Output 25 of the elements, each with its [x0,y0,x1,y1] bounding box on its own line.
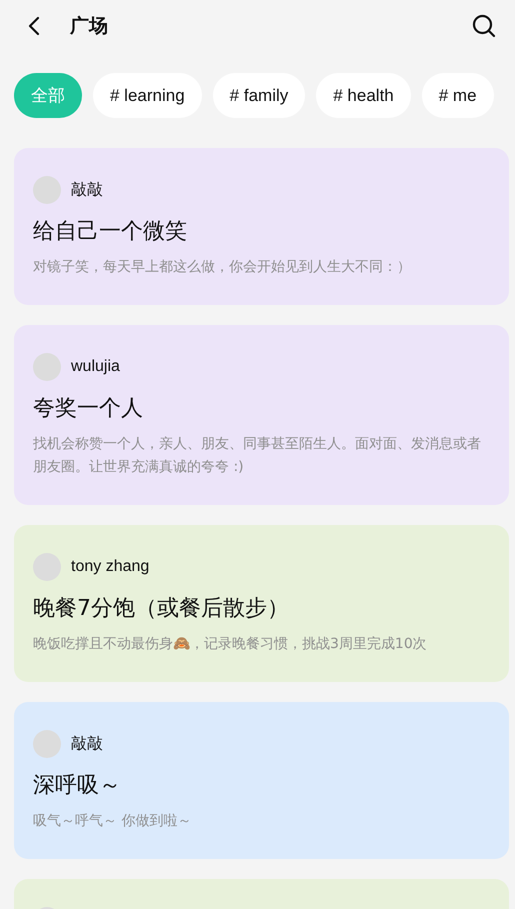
tag-chip[interactable]: # family [212,73,306,118]
post-title: 夸奖一个人 [33,395,144,423]
post-title: 给自己一个微笑 [33,218,188,246]
post-description: 对镜子笑，每天早上都这么做，你会开始见到人生大不同：） [33,258,412,277]
author-name: 敲敲 [71,180,103,200]
author-name: wulujia [71,358,120,376]
author-name: 敲敲 [71,734,103,754]
tag-chip[interactable]: # me [422,73,494,118]
tag-chip[interactable]: # learning [93,73,202,118]
post-title: 深呼吸～ [33,772,122,800]
post-description: 晚饭吃撑且不动最伤身🙈，记录晚餐习惯，挑战3周里完成10次 [33,635,428,654]
avatar [33,176,61,204]
search-icon[interactable] [471,13,497,39]
avatar [33,353,61,381]
tag-chip[interactable]: # health [316,73,411,118]
post-card[interactable]: 敲敲 深呼吸～ 吸气～呼气～ 你做到啦～ [14,702,509,859]
post-title: 晚餐7分饱（或餐后散步） [33,595,290,623]
author-name: tony zhang [71,558,150,576]
page-title: 广场 [70,14,109,39]
avatar [33,730,61,758]
post-description: 吸气～呼气～ 你做到啦～ [33,812,192,831]
post-card[interactable]: tony zhang 晚餐7分饱（或餐后散步） 晚饭吃撑且不动最伤身🙈，记录晚餐习惯，挑战3周里完成10次 [14,525,509,682]
post-description: 找机会称赞一个人，亲人、朋友、同事甚至陌生人。面对面、发消息或者朋友圈。让世界充满真诚的夸夸 :) [33,435,482,477]
post-card[interactable]: wulujia 夸奖一个人 找机会称赞一个人，亲人、朋友、同事甚至陌生人。面对面、发消息或者朋友圈。让世界充满真诚的夸夸 :) [14,325,509,505]
post-card[interactable]: 敲敲 给自己一个微笑 对镜子笑，每天早上都这么做，你会开始见到人生大不同：） [14,148,509,305]
